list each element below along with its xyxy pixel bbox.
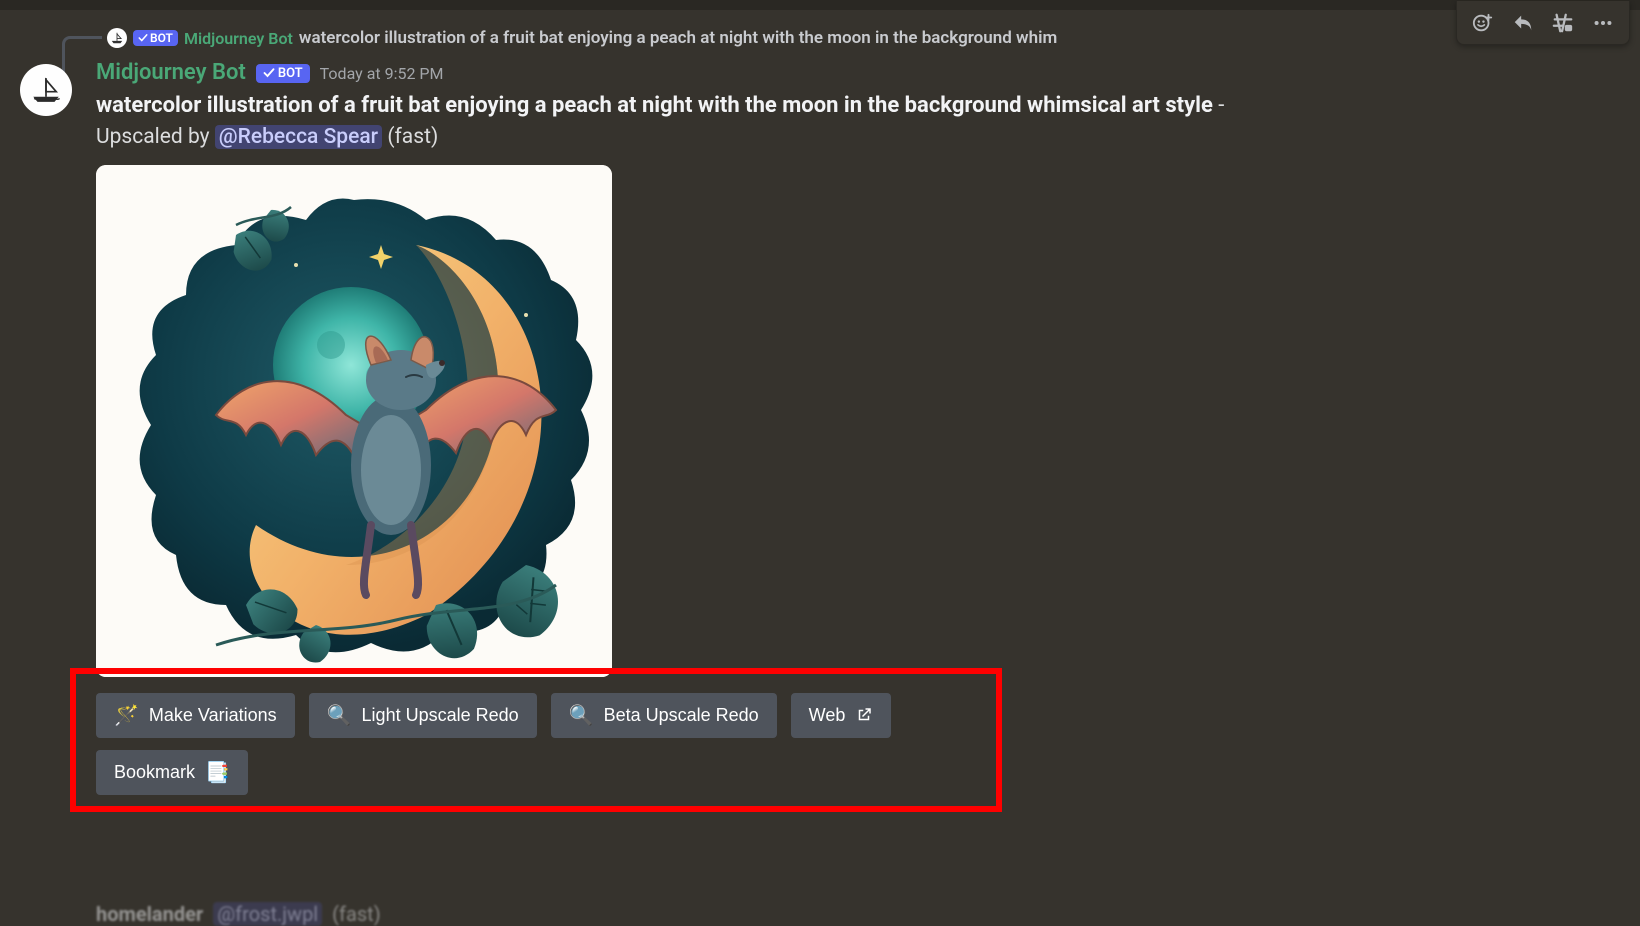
check-icon xyxy=(138,33,148,43)
button-label: Make Variations xyxy=(149,705,277,726)
bot-tag-text: BOT xyxy=(150,31,173,45)
reply-bot-tag: BOT xyxy=(133,30,178,46)
prompt-text: watercolor illustration of a fruit bat e… xyxy=(96,91,1620,121)
web-link-button[interactable]: Web xyxy=(791,693,892,738)
button-row-2: Bookmark 📑 xyxy=(96,750,1620,795)
message-hover-toolbar xyxy=(1456,1,1630,45)
button-row-1: 🪄 Make Variations 🔍 Light Upscale Redo 🔍… xyxy=(96,693,1620,738)
author-name[interactable]: Midjourney Bot xyxy=(96,60,246,85)
thread-icon xyxy=(1552,12,1574,34)
image-attachment[interactable] xyxy=(96,165,612,677)
button-label: Light Upscale Redo xyxy=(362,705,519,726)
external-link-icon xyxy=(855,706,873,724)
more-icon xyxy=(1592,12,1614,34)
user-mention[interactable]: @Rebecca Spear xyxy=(215,125,382,149)
beta-upscale-redo-button[interactable]: 🔍 Beta Upscale Redo xyxy=(551,693,777,738)
reply-preview-text[interactable]: watercolor illustration of a fruit bat e… xyxy=(299,28,1057,48)
emoji-plus-icon xyxy=(1472,12,1494,34)
message-header: Midjourney Bot BOT Today at 9:52 PM xyxy=(96,60,1620,85)
more-actions-button[interactable] xyxy=(1583,3,1623,43)
midjourney-boat-icon xyxy=(29,73,63,107)
reply-arrow-icon xyxy=(1512,12,1534,34)
wand-icon: 🪄 xyxy=(114,703,139,728)
add-reaction-button[interactable] xyxy=(1463,3,1503,43)
upscaled-line: Upscaled by @Rebecca Spear (fast) xyxy=(96,125,1620,149)
window-top-bar xyxy=(0,0,1640,10)
bot-tag-text: BOT xyxy=(278,66,303,81)
reply-reference[interactable]: BOT Midjourney Bot watercolor illustrati… xyxy=(45,28,1057,48)
next-mention: @frost.jwpl xyxy=(213,902,322,926)
reply-author[interactable]: Midjourney Bot xyxy=(184,29,293,48)
bookmark-icon: 📑 xyxy=(205,760,230,785)
next-text: (fast) xyxy=(332,902,381,926)
button-label: Beta Upscale Redo xyxy=(604,705,759,726)
make-variations-button[interactable]: 🪄 Make Variations xyxy=(96,693,295,738)
bot-tag: BOT xyxy=(256,64,310,83)
timestamp: Today at 9:52 PM xyxy=(320,64,444,83)
magnifier-icon: 🔍 xyxy=(327,703,352,728)
next-message-peek: homelander @frost.jwpl (fast) xyxy=(96,902,381,926)
upscaled-suffix: (fast) xyxy=(382,125,438,149)
message: Midjourney Bot BOT Today at 9:52 PM wate… xyxy=(20,60,1620,795)
button-container: 🪄 Make Variations 🔍 Light Upscale Redo 🔍… xyxy=(96,693,1620,795)
bookmark-button[interactable]: Bookmark 📑 xyxy=(96,750,248,795)
message-content: Midjourney Bot BOT Today at 9:52 PM wate… xyxy=(96,60,1620,795)
reply-avatar xyxy=(107,28,127,48)
button-label: Bookmark xyxy=(114,762,195,783)
light-upscale-redo-button[interactable]: 🔍 Light Upscale Redo xyxy=(309,693,537,738)
magnifier-icon: 🔍 xyxy=(569,703,594,728)
author-avatar[interactable] xyxy=(20,64,72,116)
boat-icon xyxy=(110,31,124,45)
prompt: watercolor illustration of a fruit bat e… xyxy=(96,93,1213,118)
create-thread-button[interactable] xyxy=(1543,3,1583,43)
reply-button[interactable] xyxy=(1503,3,1543,43)
check-icon xyxy=(263,67,275,79)
generated-image xyxy=(96,165,612,677)
upscaled-prefix: Upscaled by xyxy=(96,125,215,149)
dash: - xyxy=(1213,93,1225,118)
button-label: Web xyxy=(809,705,846,726)
next-author: homelander xyxy=(96,902,203,926)
